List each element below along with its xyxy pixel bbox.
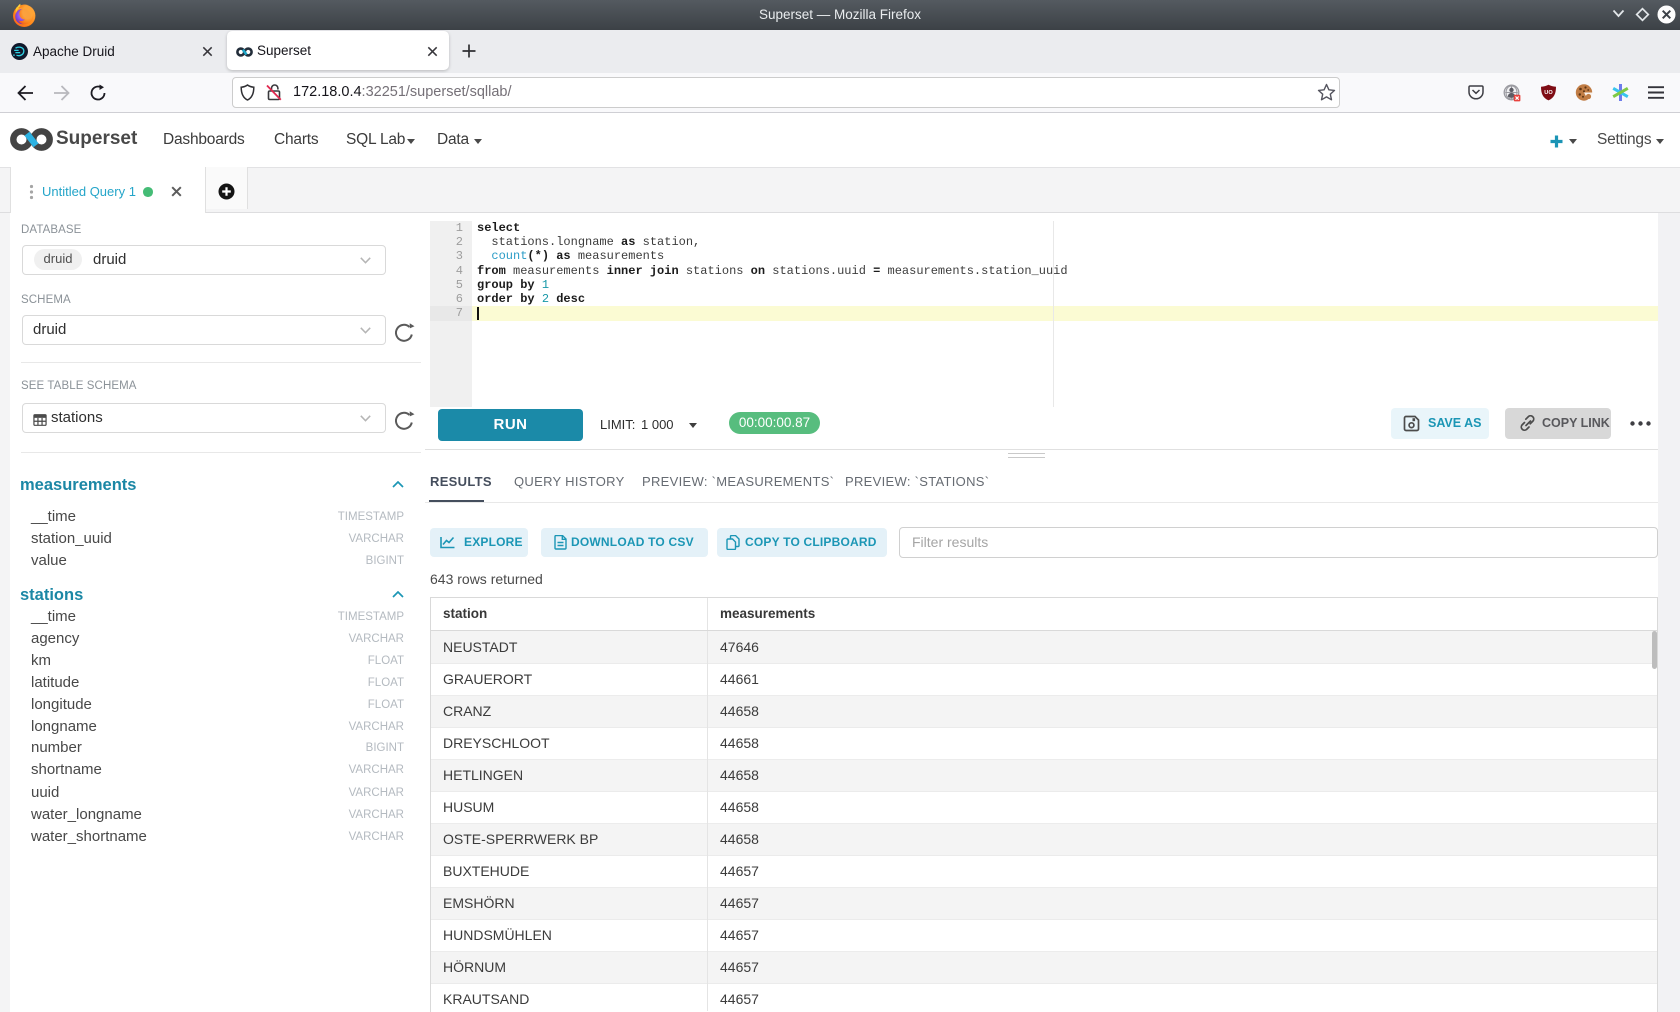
svg-text:UO: UO bbox=[1544, 90, 1553, 96]
